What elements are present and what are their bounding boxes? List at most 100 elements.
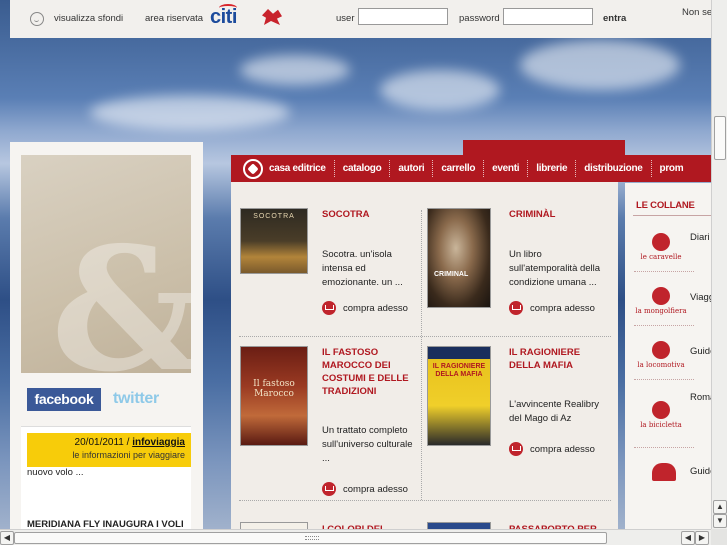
collection-label: la mongolfiera: [635, 307, 687, 315]
book-cover[interactable]: Il fastoso Marocco: [240, 346, 308, 446]
user-label: user: [336, 13, 355, 24]
horizontal-scrollbar[interactable]: ◀ ◀ ▶: [0, 529, 711, 545]
divider: [634, 379, 694, 380]
news-header: 20/01/2011 / infoviaggia le informazioni…: [27, 433, 191, 467]
buy-button[interactable]: compra adesso: [322, 301, 408, 315]
scroll-up-button[interactable]: ▲: [713, 500, 727, 514]
buy-button[interactable]: compra adesso: [509, 301, 595, 315]
collection-label: la locomotiva: [637, 361, 685, 369]
book-description: L'avvincente Realibry del Mago di Az: [509, 399, 599, 424]
buy-label: compra adesso: [530, 443, 595, 455]
facebook-link[interactable]: facebook: [27, 388, 101, 411]
divider: [239, 336, 611, 337]
nav-item-carrello[interactable]: carrello: [432, 160, 483, 177]
main-nav: casa editrice catalogo autori carrello e…: [231, 155, 713, 182]
car-icon: [652, 463, 676, 481]
vertical-scroll-thumb[interactable]: [714, 116, 726, 160]
home-logo-icon[interactable]: [243, 158, 263, 179]
scroll-corner: [711, 529, 727, 545]
book-grid: SOCOTRA SOCOTRA Socotra. un'isola intens…: [231, 182, 618, 542]
login-button[interactable]: entra: [603, 13, 626, 24]
nav-item-distribuzione[interactable]: distribuzione: [575, 160, 650, 177]
collection-caravelle[interactable]: le caravelle Diari: [625, 232, 713, 293]
collection-mongolfiera[interactable]: la mongolfiera Viagg: [625, 287, 714, 347]
collection-label: la bicicletta: [640, 421, 682, 429]
cover-title: SOCOTRA: [253, 213, 295, 220]
password-label: password: [459, 13, 500, 24]
collection-bicicletta[interactable]: la bicicletta Roma: [625, 392, 715, 461]
buy-button[interactable]: compra adesso: [322, 482, 408, 496]
book-cover[interactable]: IL RAGIONIERE DELLA MAFIA: [427, 346, 491, 446]
buy-button[interactable]: compra adesso: [509, 442, 595, 456]
book-cover[interactable]: SOCOTRA: [240, 208, 308, 274]
scroll-left-button[interactable]: ◀: [681, 531, 695, 545]
book-title[interactable]: SOCOTRA: [322, 208, 417, 221]
book-title[interactable]: CRIMINÀL: [509, 208, 604, 221]
twitter-link[interactable]: twitter: [113, 390, 159, 408]
balloon-icon: [652, 287, 670, 305]
book-description: Un trattato completo sull'universo cultu…: [322, 425, 413, 464]
bicycle-icon: [652, 401, 670, 419]
book-card: SOCOTRA SOCOTRA Socotra. un'isola intens…: [240, 208, 425, 328]
dragon-logo-icon[interactable]: [262, 9, 282, 25]
register-link[interactable]: Non se: [682, 7, 712, 18]
book-cover[interactable]: CRIMINAL: [427, 208, 491, 308]
cloud: [520, 40, 680, 90]
buy-label: compra adesso: [343, 483, 408, 495]
buy-label: compra adesso: [530, 302, 595, 314]
cart-icon: [509, 301, 523, 315]
nav-tab-strip: [463, 140, 625, 155]
cart-icon: [509, 442, 523, 456]
nav-item-casa-editrice[interactable]: casa editrice: [269, 160, 334, 177]
top-bar: visualizza sfondi area riservata citi us…: [10, 0, 727, 38]
password-input[interactable]: [503, 8, 593, 25]
collections-heading: LE COLLANE: [636, 200, 695, 211]
news-subtitle: le informazioni per viaggiare: [72, 450, 185, 460]
scroll-down-button[interactable]: ▼: [713, 514, 727, 528]
nav-item-autori[interactable]: autori: [389, 160, 432, 177]
divider: [634, 447, 694, 448]
divider: [634, 271, 694, 272]
book-card: CRIMINAL CRIMINÀL Un libro sull'atempora…: [427, 208, 612, 328]
horizontal-scroll-thumb[interactable]: [14, 532, 607, 544]
nav-item-eventi[interactable]: eventi: [483, 160, 527, 177]
cart-icon: [322, 482, 336, 496]
nav-item-librerie[interactable]: librerie: [527, 160, 575, 177]
book-title[interactable]: IL RAGIONIERE DELLA MAFIA: [509, 346, 604, 372]
book-title[interactable]: IL FASTOSO MAROCCO DEI COSTUMI E DELLE T…: [322, 346, 417, 398]
divider: [239, 500, 611, 501]
book-card: IL RAGIONIERE DELLA MAFIA IL RAGIONIERE …: [427, 346, 612, 496]
collection-label: le caravelle: [640, 253, 682, 261]
nav-item-promozioni[interactable]: prom: [650, 160, 692, 177]
book-description: Un libro sull'atemporalità della condizi…: [509, 249, 601, 288]
book-card: Il fastoso Marocco IL FASTOSO MAROCCO DE…: [240, 346, 425, 496]
collection-guide[interactable]: Guide: [625, 463, 715, 523]
nav-item-catalogo[interactable]: catalogo: [333, 160, 390, 177]
left-sidebar: & facebook twitter nuovo volo ... 20/01/…: [10, 142, 203, 545]
scroll-right-button[interactable]: ▶: [695, 531, 709, 545]
cover-title: CRIMINAL: [434, 271, 469, 278]
vertical-scrollbar[interactable]: ▲ ▲ ▼: [711, 0, 727, 529]
user-input[interactable]: [358, 8, 448, 25]
cloud: [240, 55, 350, 85]
news-source-link[interactable]: infoviaggia: [132, 437, 185, 448]
collections-sidebar: LE COLLANE le caravelle Diari la mongolf…: [625, 183, 715, 533]
reserved-area-link[interactable]: area riservata: [145, 13, 203, 24]
news-body: nuovo volo ...: [27, 467, 84, 478]
divider: [634, 325, 694, 326]
cloud: [90, 95, 290, 130]
citi-logo[interactable]: citi: [210, 4, 237, 29]
cover-title: IL RAGIONIERE DELLA MAFIA: [432, 363, 486, 378]
divider: [633, 215, 713, 216]
buy-label: compra adesso: [343, 302, 408, 314]
news-date: 20/01/2011 /: [74, 437, 133, 448]
cart-icon: [322, 301, 336, 315]
show-backgrounds-link[interactable]: visualizza sfondi: [54, 13, 123, 24]
cloud: [380, 70, 500, 110]
cover-title: Il fastoso Marocco: [253, 379, 295, 399]
news-box: nuovo volo ... 20/01/2011 / infoviaggia …: [21, 426, 191, 545]
smiley-icon[interactable]: [30, 12, 44, 26]
publisher-logo-image: &: [21, 155, 191, 373]
caravel-icon: [652, 233, 670, 251]
scroll-left-button[interactable]: ◀: [0, 531, 14, 545]
